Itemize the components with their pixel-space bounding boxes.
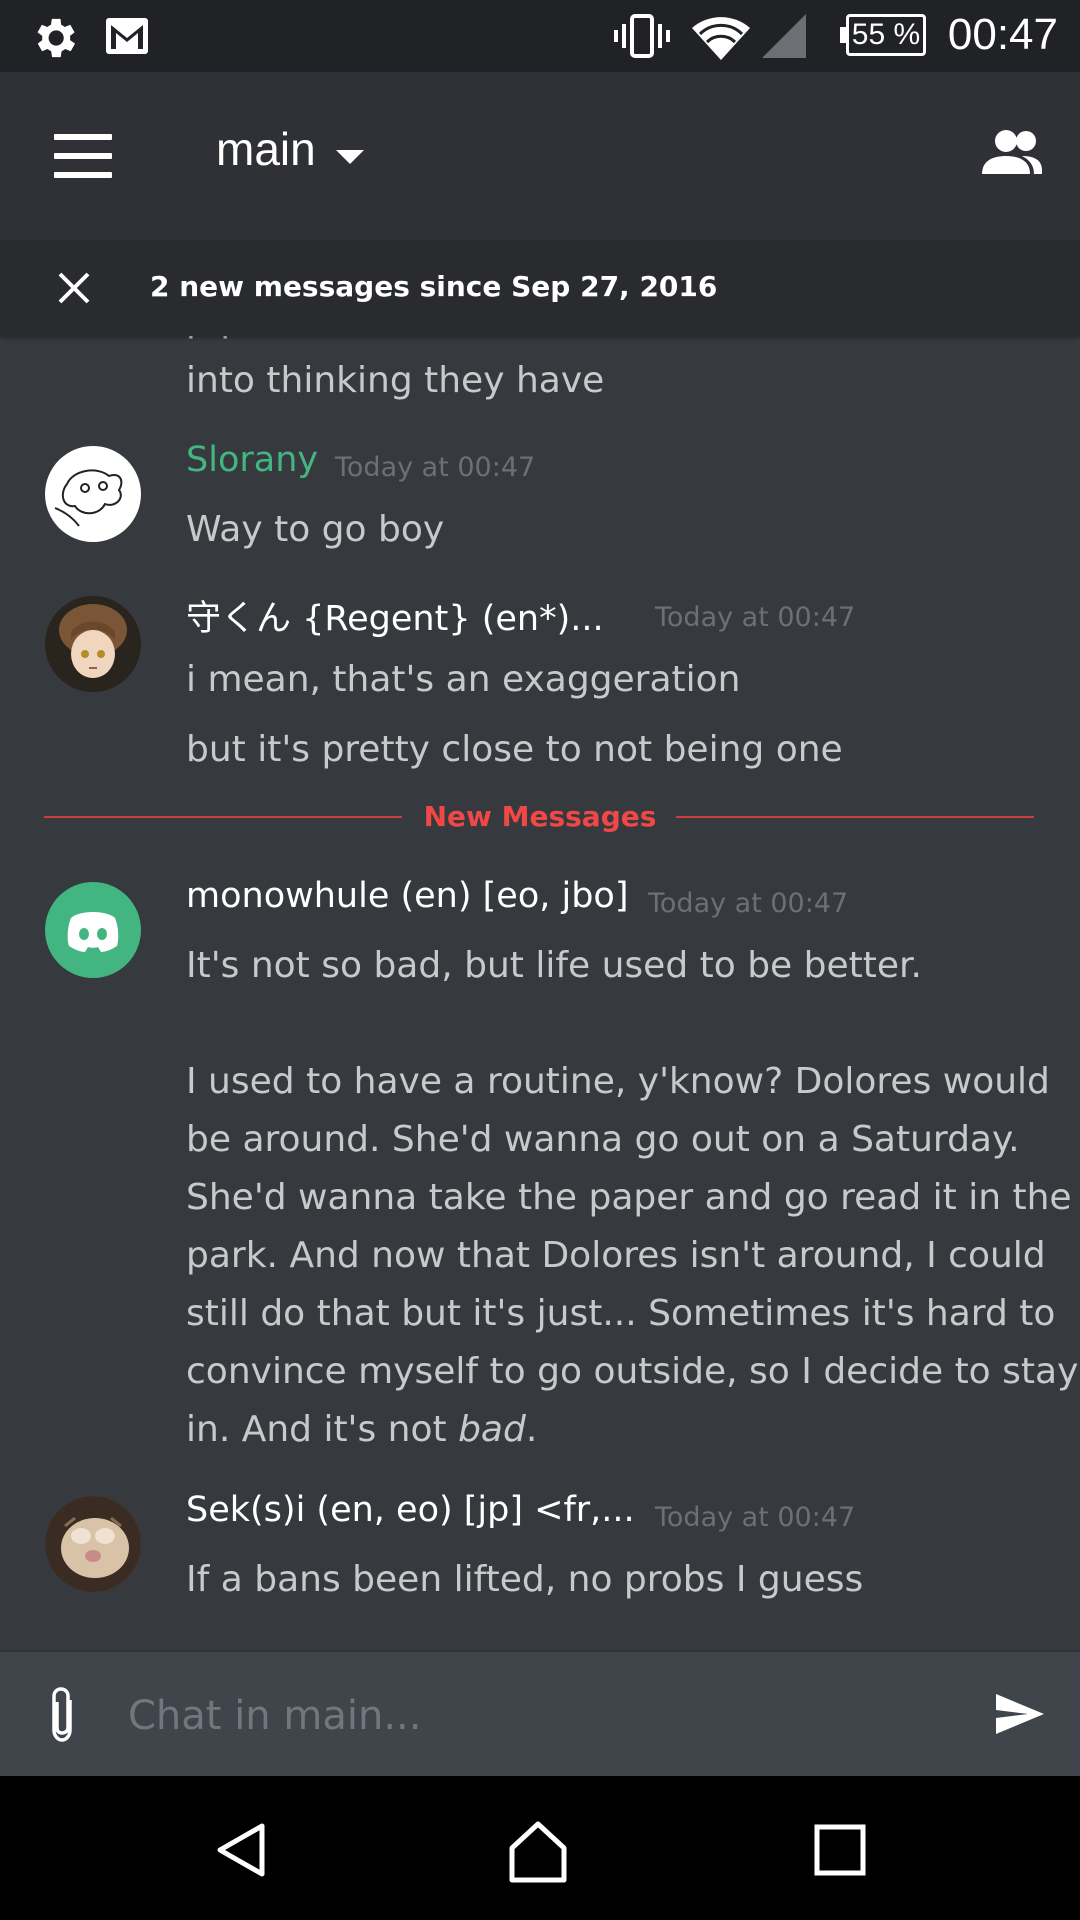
message-timestamp: Today at 00:47 bbox=[655, 1502, 856, 1533]
avatar-drawing-icon bbox=[54, 469, 123, 527]
message-author[interactable]: Slorany bbox=[186, 440, 318, 480]
home-icon[interactable] bbox=[506, 1820, 570, 1884]
banner-text: 2 new messages since Sep 27, 2016 bbox=[150, 270, 718, 303]
signal-icon bbox=[762, 14, 806, 58]
message-composer bbox=[0, 1650, 1080, 1778]
vibrate-icon bbox=[614, 14, 670, 58]
message-author[interactable]: 守くん {Regent} (en*)... bbox=[186, 590, 604, 641]
message-line: If a bans been lifted, no probs I guess bbox=[186, 1559, 864, 1600]
new-messages-divider: New Messages bbox=[423, 800, 657, 833]
close-icon[interactable] bbox=[56, 270, 92, 306]
message-author[interactable]: monowhule (en) [eo, jbo] bbox=[186, 876, 629, 916]
message-line: It's not so bad, but life used to be bet… bbox=[186, 945, 922, 986]
avatar[interactable] bbox=[45, 882, 141, 978]
message-text-italic: bad bbox=[458, 1409, 526, 1450]
members-icon[interactable] bbox=[976, 128, 1044, 176]
message-line: but it's pretty close to not being one bbox=[186, 729, 843, 770]
message-list[interactable]: p p into thinking they have Slorany Toda… bbox=[0, 336, 1080, 1650]
avatar-anime-icon bbox=[45, 596, 141, 692]
avatar[interactable] bbox=[45, 1496, 141, 1592]
message-line: still do that but it's just... Sometimes… bbox=[186, 1293, 1056, 1334]
message-line: into thinking they have bbox=[186, 360, 605, 401]
new-messages-banner[interactable]: 2 new messages since Sep 27, 2016 bbox=[0, 240, 1080, 336]
message-text-segment: . bbox=[525, 1409, 538, 1450]
message-line: p p bbox=[186, 336, 243, 349]
message-line: be around. She'd wanna go out on a Satur… bbox=[186, 1119, 1020, 1160]
avatar[interactable] bbox=[45, 446, 141, 542]
paperclip-icon[interactable] bbox=[44, 1686, 80, 1746]
message-line: convince myself to go outside, so I deci… bbox=[186, 1351, 1079, 1392]
gmail-icon bbox=[106, 18, 148, 54]
android-navigation-bar bbox=[0, 1776, 1080, 1920]
message-line: I used to have a routine, y'know? Dolore… bbox=[186, 1061, 1050, 1102]
status-time: 00:47 bbox=[947, 10, 1058, 59]
battery-indicator: 55 % bbox=[840, 14, 926, 56]
wifi-icon bbox=[692, 17, 750, 60]
avatar[interactable] bbox=[45, 596, 141, 692]
message-timestamp: Today at 00:47 bbox=[648, 888, 849, 919]
back-icon[interactable] bbox=[212, 1820, 272, 1880]
hamburger-menu-icon[interactable] bbox=[54, 134, 112, 178]
dropdown-caret-icon[interactable] bbox=[336, 150, 364, 164]
discord-logo-icon bbox=[67, 912, 119, 952]
message-text-segment: in. And it's not bbox=[186, 1409, 459, 1450]
status-bar: 55 % 00:47 bbox=[0, 0, 1080, 72]
recent-apps-icon[interactable] bbox=[814, 1824, 866, 1876]
channel-title[interactable]: main bbox=[216, 122, 316, 176]
message-line: in. And it's not bad. bbox=[186, 1401, 537, 1459]
message-line: park. And now that Dolores isn't around,… bbox=[186, 1235, 1046, 1276]
avatar-hamster-icon bbox=[45, 1496, 141, 1592]
message-timestamp: Today at 00:47 bbox=[655, 602, 856, 633]
message-line: i mean, that's an exaggeration bbox=[186, 659, 741, 700]
message-author[interactable]: Sek(s)i (en, eo) [jp] <fr,... bbox=[186, 1490, 635, 1530]
message-timestamp: Today at 00:47 bbox=[335, 452, 536, 483]
settings-gear-icon bbox=[37, 18, 76, 58]
message-line: Way to go boy bbox=[186, 509, 445, 550]
app-bar: main bbox=[0, 72, 1080, 240]
send-icon[interactable] bbox=[994, 1692, 1046, 1736]
message-line: She'd wanna take the paper and go read i… bbox=[186, 1177, 1072, 1218]
chat-input[interactable] bbox=[126, 1678, 970, 1754]
